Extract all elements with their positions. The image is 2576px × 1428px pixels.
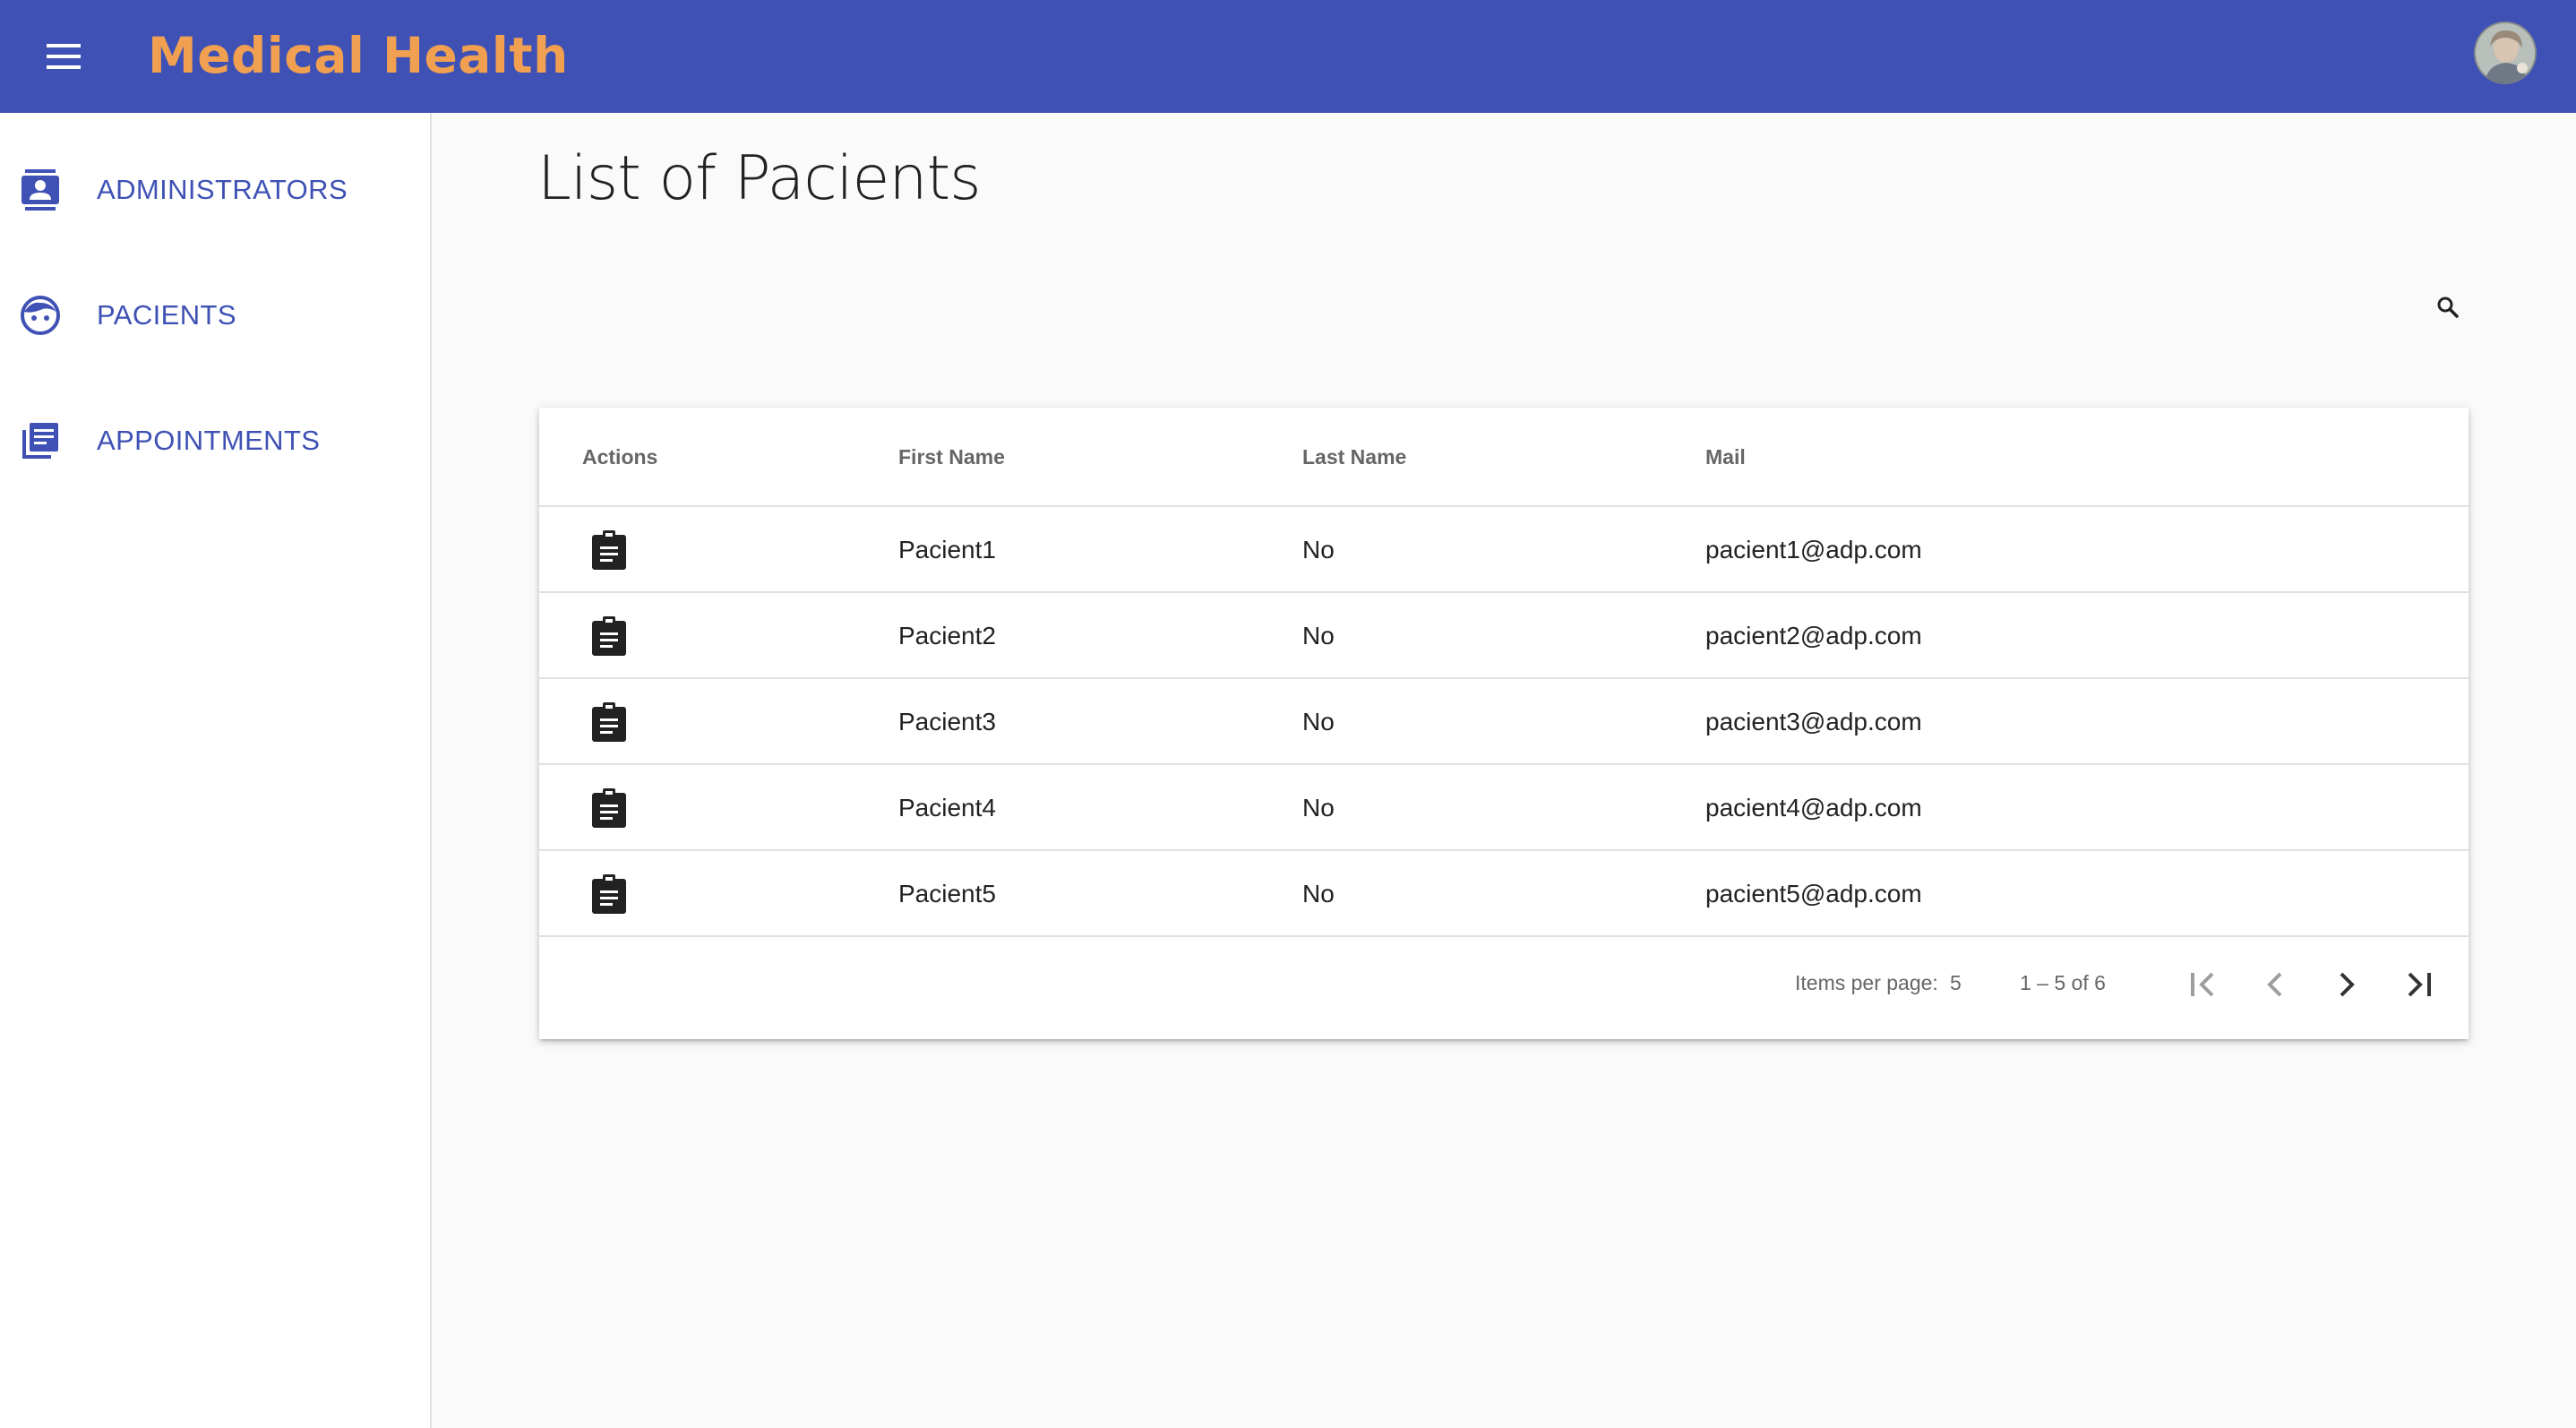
next-page-button[interactable] <box>2322 959 2372 1010</box>
table-row: Pacient2 No pacient2@adp.com <box>539 593 2469 679</box>
sidebar-item-appointments[interactable]: APPOINTMENTS <box>0 396 430 486</box>
view-details-button[interactable] <box>588 615 631 658</box>
view-details-button[interactable] <box>588 529 631 572</box>
sidebar-item-pacients[interactable]: PACIENTS <box>0 271 430 360</box>
cell-last-name: No <box>1302 708 1335 736</box>
column-header-actions[interactable]: Actions <box>582 408 657 507</box>
first-page-button[interactable] <box>2178 959 2228 1010</box>
clipboard-icon <box>592 874 626 914</box>
table-row: Pacient4 No pacient4@adp.com <box>539 765 2469 851</box>
view-details-button[interactable] <box>588 873 631 916</box>
search-button[interactable] <box>2426 285 2470 330</box>
view-details-button[interactable] <box>588 701 631 744</box>
cell-mail: pacient4@adp.com <box>1705 794 1922 822</box>
library-books-icon <box>20 420 61 461</box>
cell-last-name: No <box>1302 536 1335 563</box>
paginator: Items per page: 5 1 – 5 of 6 <box>539 938 2469 1039</box>
top-toolbar: Medical Health <box>0 0 2576 113</box>
face-icon <box>20 295 61 336</box>
column-header-mail[interactable]: Mail <box>1705 408 1746 507</box>
previous-page-button[interactable] <box>2250 959 2300 1010</box>
cell-mail: pacient5@adp.com <box>1705 880 1922 908</box>
page-title: List of Pacients <box>537 143 982 214</box>
column-header-last-name[interactable]: Last Name <box>1302 408 1406 507</box>
first-page-icon <box>2191 972 2214 997</box>
clipboard-icon <box>592 616 626 656</box>
cell-last-name: No <box>1302 880 1335 908</box>
contact-card-icon <box>20 169 61 211</box>
table-row: Pacient1 No pacient1@adp.com <box>539 507 2469 593</box>
sidebar: ADMINISTRATORS PACIENTS APPOINTMENTS <box>0 113 432 1428</box>
last-page-icon <box>2408 972 2431 997</box>
items-per-page-select[interactable]: 5 <box>1950 938 1962 1028</box>
cell-first-name: Pacient3 <box>898 708 996 736</box>
sidebar-item-label: APPOINTMENTS <box>97 425 321 456</box>
last-page-button[interactable] <box>2393 959 2443 1010</box>
page-range-label: 1 – 5 of 6 <box>2020 971 2106 994</box>
sidebar-item-administrators[interactable]: ADMINISTRATORS <box>0 145 430 235</box>
menu-icon <box>47 44 81 69</box>
items-per-page-label: Items per page: <box>1795 971 1938 994</box>
table-row: Pacient3 No pacient3@adp.com <box>539 679 2469 765</box>
cell-mail: pacient2@adp.com <box>1705 622 1922 649</box>
chevron-right-icon <box>2340 972 2355 997</box>
view-details-button[interactable] <box>588 787 631 830</box>
clipboard-icon <box>592 530 626 570</box>
table-row: Pacient5 No pacient5@adp.com <box>539 851 2469 937</box>
pacients-table-card: Actions First Name Last Name Mail Pacien… <box>539 408 2469 1039</box>
cell-mail: pacient3@adp.com <box>1705 708 1922 736</box>
cell-mail: pacient1@adp.com <box>1705 536 1922 563</box>
clipboard-icon <box>592 788 626 828</box>
cell-first-name: Pacient5 <box>898 880 996 908</box>
column-header-first-name[interactable]: First Name <box>898 408 1005 507</box>
cell-first-name: Pacient1 <box>898 536 996 563</box>
sidebar-item-label: ADMINISTRATORS <box>97 174 348 205</box>
app-title: Medical Health <box>148 27 569 84</box>
cell-first-name: Pacient2 <box>898 622 996 649</box>
cell-last-name: No <box>1302 622 1335 649</box>
menu-button[interactable] <box>32 24 97 89</box>
cell-first-name: Pacient4 <box>898 794 996 822</box>
cell-last-name: No <box>1302 794 1335 822</box>
sidebar-item-label: PACIENTS <box>97 299 236 331</box>
chevron-left-icon <box>2267 972 2282 997</box>
user-avatar[interactable] <box>2474 22 2537 84</box>
search-icon <box>2437 297 2459 318</box>
table-header: Actions First Name Last Name Mail <box>539 408 2469 507</box>
clipboard-icon <box>592 702 626 742</box>
